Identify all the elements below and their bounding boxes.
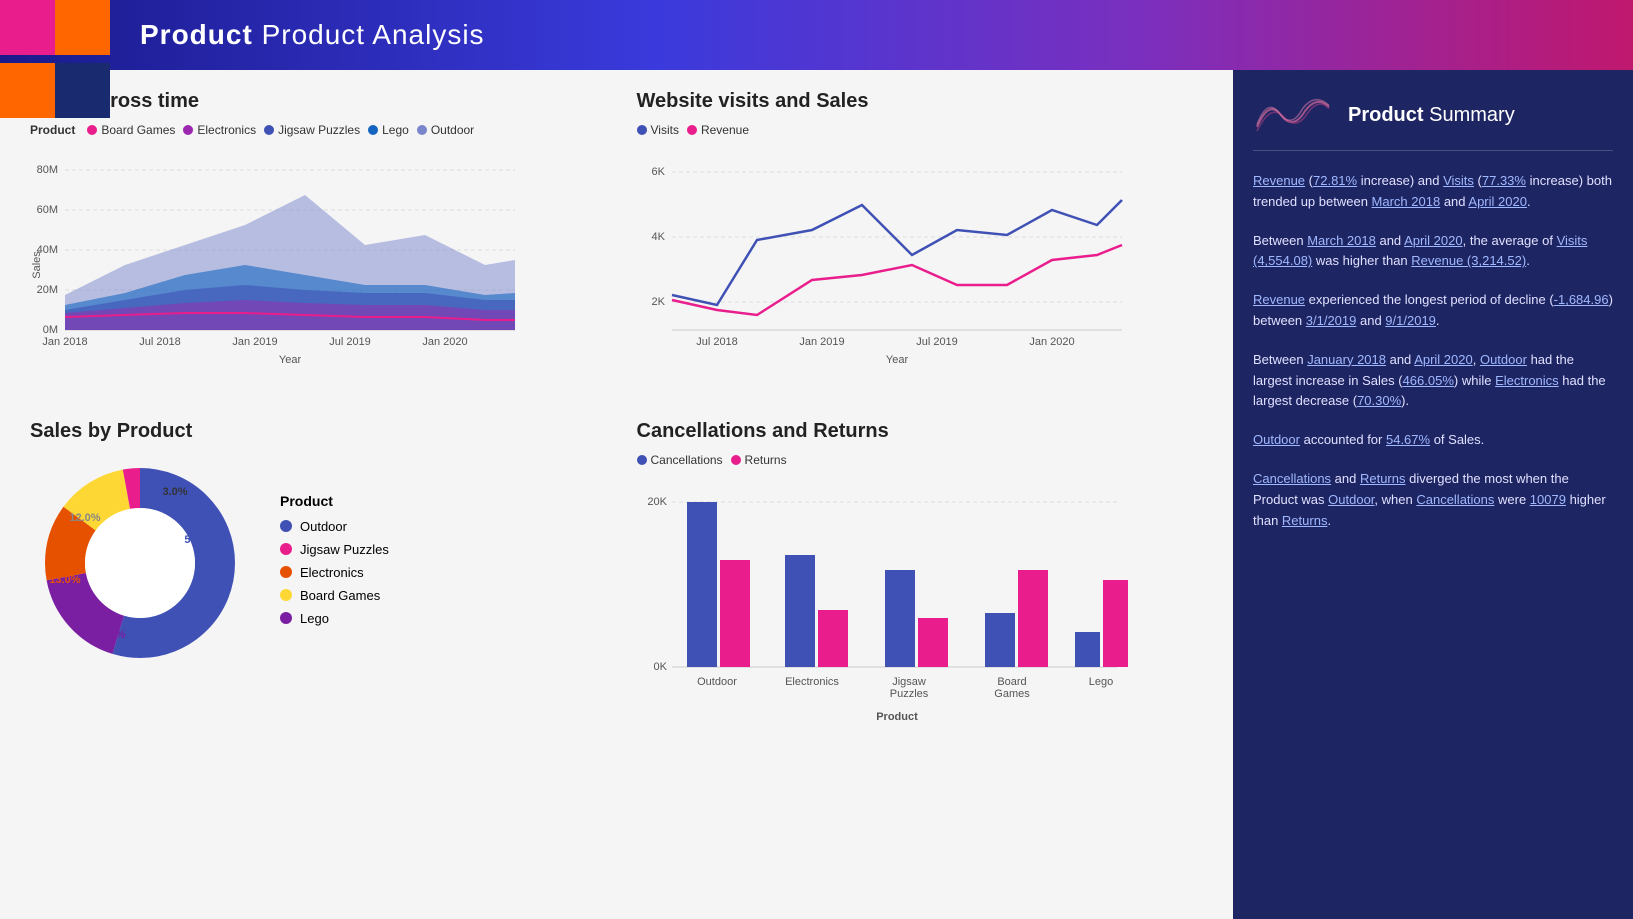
svg-text:20M: 20M — [37, 284, 58, 296]
legend-boardgames-donut: Board Games — [280, 588, 389, 603]
lego-cancel-bar — [1075, 632, 1100, 667]
svg-text:20K: 20K — [647, 496, 667, 508]
legend-lego: Lego — [368, 123, 409, 137]
svg-text:Jan 2019: Jan 2019 — [799, 336, 844, 348]
outdoor-return-bar — [720, 560, 750, 667]
svg-text:0M: 0M — [43, 324, 58, 336]
svg-text:Board: Board — [997, 676, 1026, 688]
jigsaw-cancel-bar — [885, 570, 915, 667]
svg-text:Sales: Sales — [31, 251, 43, 279]
sales-by-product-title: Sales by Product — [30, 420, 597, 443]
logo — [0, 0, 120, 120]
cancel-svg: 20K 0K — [637, 475, 1127, 735]
svg-text:Jigsaw: Jigsaw — [892, 676, 926, 688]
legend-jigsaw-donut: Jigsaw Puzzles — [280, 542, 389, 557]
visits-legend: Visits Revenue — [637, 123, 1204, 137]
summary-p2: Between March 2018 and April 2020, the a… — [1253, 231, 1613, 273]
svg-text:Electronics: Electronics — [785, 676, 839, 688]
outdoor-cancel-bar — [687, 502, 717, 667]
summary-p4: Between January 2018 and April 2020, Out… — [1253, 350, 1613, 412]
svg-text:Jul 2018: Jul 2018 — [139, 336, 181, 348]
visits-svg: 6K 4K 2K Jul 2018 — [637, 145, 1127, 385]
sales-legend: Product Board Games Electronics Jigsaw P… — [30, 123, 597, 137]
svg-text:Year: Year — [885, 354, 908, 366]
svg-text:0K: 0K — [653, 661, 667, 673]
svg-text:Jan 2020: Jan 2020 — [1029, 336, 1074, 348]
panel-wave-icon — [1253, 90, 1333, 140]
summary-p5: Outdoor accounted for 54.67% of Sales. — [1253, 430, 1613, 451]
lego-return-bar — [1103, 580, 1128, 667]
svg-text:Jul 2019: Jul 2019 — [329, 336, 371, 348]
svg-text:17.4%: 17.4% — [94, 629, 125, 641]
summary-p3: Revenue experienced the longest period o… — [1253, 290, 1613, 332]
legend-revenue: Revenue — [687, 123, 749, 137]
svg-text:Year: Year — [279, 354, 302, 366]
sales-across-time-section: Sales across time Product Board Games El… — [30, 90, 597, 390]
svg-text:6K: 6K — [651, 166, 665, 178]
svg-text:Jul 2018: Jul 2018 — [696, 336, 738, 348]
legend-cancellations: Cancellations — [637, 453, 723, 467]
summary-p1: Revenue (72.81% increase) and Visits (77… — [1253, 171, 1613, 213]
jigsaw-return-bar — [918, 618, 948, 667]
cancellations-section: Cancellations and Returns Cancellations … — [637, 420, 1204, 740]
boardgames-cancel-bar — [985, 613, 1015, 667]
svg-text:Outdoor: Outdoor — [697, 676, 737, 688]
legend-electronics: Electronics — [183, 123, 256, 137]
svg-text:3.0%: 3.0% — [162, 486, 187, 498]
legend-jigsaw: Jigsaw Puzzles — [264, 123, 360, 137]
header: Product Product Analysis — [0, 0, 1633, 70]
svg-text:Product: Product — [876, 711, 918, 723]
svg-text:Games: Games — [994, 688, 1030, 700]
cancel-legend: Cancellations Returns — [637, 453, 1204, 467]
legend-outdoor-donut: Outdoor — [280, 519, 389, 534]
website-visits-section: Website visits and Sales Visits Revenue … — [637, 90, 1204, 390]
sales-time-chart: 80M 60M 40M 20M 0M Sales — [30, 145, 597, 390]
sales-time-svg: 80M 60M 40M 20M 0M Sales — [30, 145, 520, 385]
panel-text[interactable]: Revenue (72.81% increase) and Visits (77… — [1253, 171, 1613, 549]
svg-text:80M: 80M — [37, 164, 58, 176]
donut-svg: 54.7% 17.4% 13.0% 12.0% 3.0% — [30, 453, 250, 673]
legend-visits: Visits — [637, 123, 679, 137]
svg-text:54.7%: 54.7% — [184, 534, 215, 546]
website-visits-title: Website visits and Sales — [637, 90, 1204, 113]
donut-legend: Product Outdoor Jigsaw Puzzles Electroni… — [280, 493, 389, 634]
svg-text:12.0%: 12.0% — [69, 512, 100, 524]
svg-text:13.0%: 13.0% — [49, 574, 80, 586]
donut-section: 54.7% 17.4% 13.0% 12.0% 3.0% Product Out… — [30, 453, 597, 673]
svg-text:Jan 2019: Jan 2019 — [232, 336, 277, 348]
cancellations-title: Cancellations and Returns — [637, 420, 1204, 443]
legend-returns: Returns — [731, 453, 787, 467]
svg-text:Jan 2018: Jan 2018 — [42, 336, 87, 348]
legend-outdoor: Outdoor — [417, 123, 474, 137]
svg-text:60M: 60M — [37, 204, 58, 216]
boardgames-return-bar — [1018, 570, 1048, 667]
svg-text:Jan 2020: Jan 2020 — [422, 336, 467, 348]
visits-chart: 6K 4K 2K Jul 2018 — [637, 145, 1204, 390]
electronics-return-bar — [818, 610, 848, 667]
svg-text:Puzzles: Puzzles — [889, 688, 928, 700]
legend-electronics-donut: Electronics — [280, 565, 389, 580]
panel-title: Product Summary — [1348, 104, 1515, 127]
cancellations-chart: 20K 0K — [637, 475, 1204, 740]
electronics-cancel-bar — [785, 555, 815, 667]
svg-text:2K: 2K — [651, 296, 665, 308]
summary-p6: Cancellations and Returns diverged the m… — [1253, 469, 1613, 531]
svg-text:4K: 4K — [651, 231, 665, 243]
summary-panel: Product Summary Revenue (72.81% increase… — [1233, 70, 1633, 919]
legend-lego-donut: Lego — [280, 611, 389, 626]
svg-text:Jul 2019: Jul 2019 — [916, 336, 958, 348]
page-title: Product Product Analysis — [140, 19, 485, 51]
panel-header: Product Summary — [1253, 90, 1613, 151]
sales-by-product-section: Sales by Product — [30, 420, 597, 740]
svg-text:Lego: Lego — [1088, 676, 1112, 688]
legend-board-games: Board Games — [87, 123, 175, 137]
